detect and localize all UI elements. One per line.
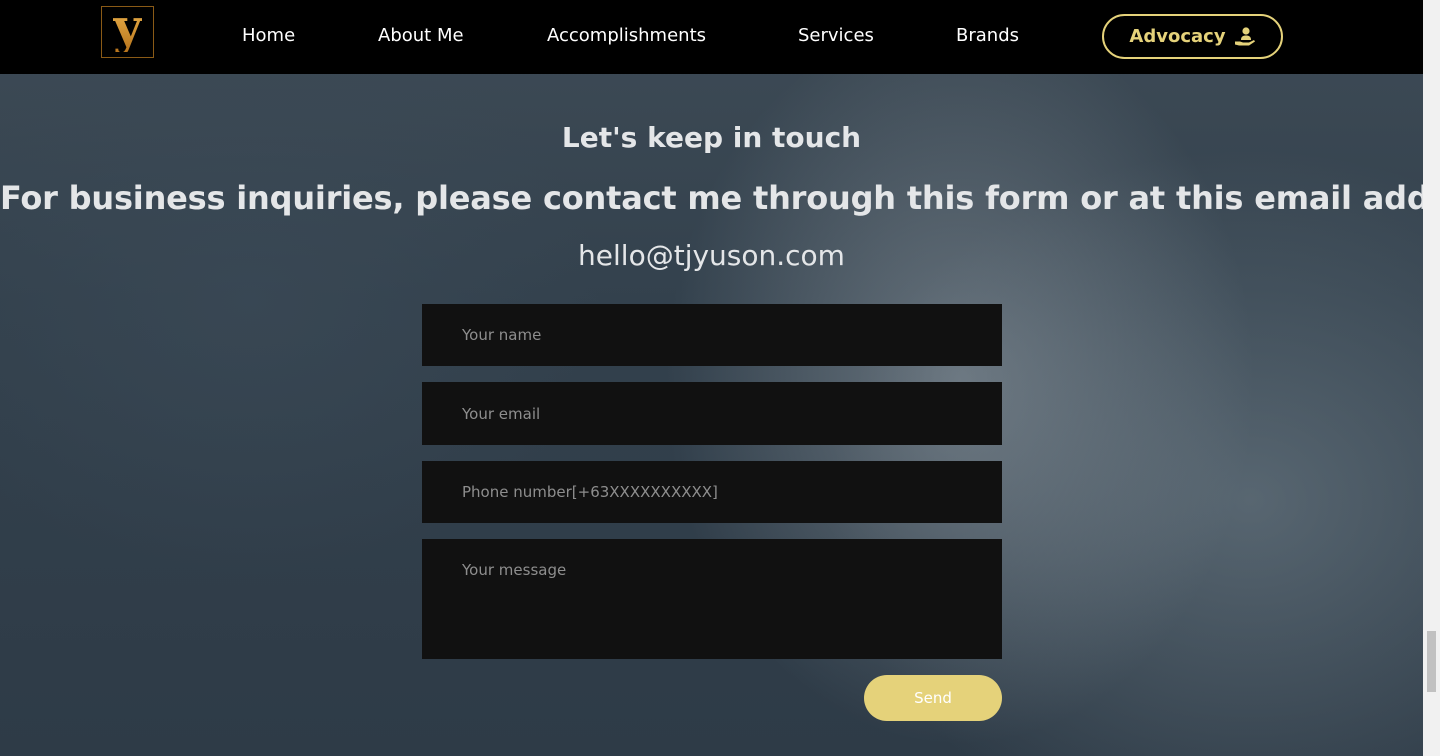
contact-email[interactable]: hello@tjyuson.com xyxy=(0,236,1423,276)
logo[interactable]: y xyxy=(101,2,154,58)
message-textarea[interactable] xyxy=(422,539,1002,659)
send-button[interactable]: Send xyxy=(864,675,1002,721)
nav-services[interactable]: Services xyxy=(798,24,874,48)
nav-brands[interactable]: Brands xyxy=(956,24,1019,48)
nav-advocacy-label: Advocacy xyxy=(1129,26,1226,47)
name-input[interactable] xyxy=(422,304,1002,366)
email-input[interactable] xyxy=(422,382,1002,445)
contact-page: y Home About Me Accomplishments Services… xyxy=(0,0,1423,756)
hand-holding-person-icon xyxy=(1234,26,1256,47)
nav-advocacy-button[interactable]: Advocacy xyxy=(1102,14,1283,59)
phone-input[interactable] xyxy=(422,461,1002,523)
scrollbar-thumb[interactable] xyxy=(1427,631,1436,692)
logo-letter: y xyxy=(112,0,143,56)
nav-accomplishments[interactable]: Accomplishments xyxy=(547,24,706,48)
nav-home[interactable]: Home xyxy=(242,24,295,48)
top-navbar: y Home About Me Accomplishments Services… xyxy=(0,0,1423,74)
nav-about-me[interactable]: About Me xyxy=(378,24,464,48)
contact-heading: Let's keep in touch xyxy=(561,121,862,154)
scrollbar[interactable] xyxy=(1423,0,1440,756)
contact-subheading: For business inquiries, please contact m… xyxy=(0,179,1423,217)
